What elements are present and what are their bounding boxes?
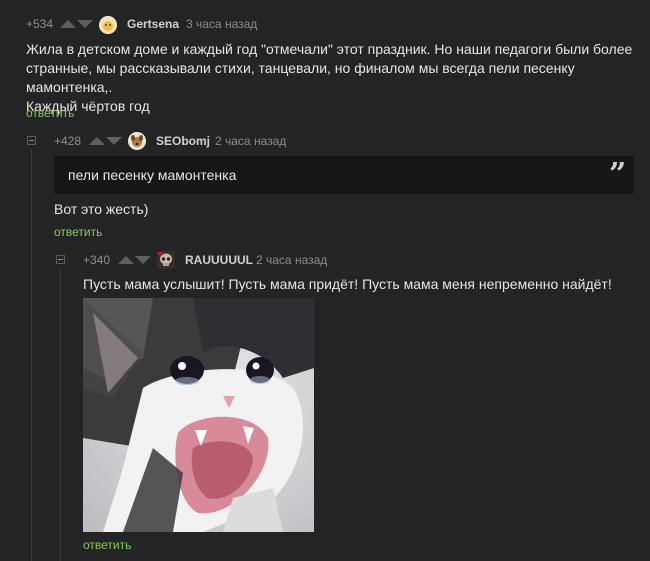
reply-button[interactable]: ответить (26, 106, 74, 120)
thread-line[interactable] (60, 268, 61, 561)
downvote-icon[interactable] (77, 20, 93, 28)
thread-line[interactable] (31, 149, 32, 561)
avatar[interactable] (157, 251, 175, 269)
username[interactable]: SEObomj (156, 134, 210, 148)
comment-rating: +534 (26, 17, 54, 31)
comment-text: Жила в детском доме и каждый год "отмеча… (26, 40, 646, 116)
avatar[interactable] (99, 16, 117, 34)
upvote-icon[interactable] (89, 137, 105, 145)
timestamp[interactable]: 3 часа назад (186, 17, 257, 31)
quote-block: пели песенку мамонтенка ” (54, 156, 634, 194)
quote-text: пели песенку мамонтенка (68, 167, 237, 183)
sun-avatar-icon (99, 16, 117, 34)
comment-text: Пусть мама услышит! Пусть мама придёт! П… (83, 276, 612, 292)
upvote-icon[interactable] (118, 256, 134, 264)
comment-rating: +340 (83, 253, 111, 267)
comment-text-line: странные, мы рассказывали стихи, танцева… (26, 60, 575, 95)
dog-avatar-icon (128, 132, 146, 150)
downvote-icon[interactable] (106, 137, 122, 145)
username[interactable]: Gertsena (127, 17, 179, 31)
reply-button[interactable]: ответить (83, 538, 131, 552)
collapse-toggle[interactable] (56, 255, 65, 264)
collapse-toggle[interactable] (27, 136, 36, 145)
quote-mark-icon: ” (609, 157, 627, 192)
crying-cat-image[interactable] (83, 298, 314, 532)
comment-rating: +428 (54, 134, 82, 148)
upvote-icon[interactable] (60, 20, 76, 28)
timestamp[interactable]: 2 часа назад (256, 253, 327, 267)
avatar[interactable] (128, 132, 146, 150)
comment-text-line: Жила в детском доме и каждый год "отмеча… (26, 41, 633, 57)
username[interactable]: RAUUUUUL (185, 253, 253, 267)
downvote-icon[interactable] (135, 256, 151, 264)
comment-text: Вот это жесть) (54, 201, 149, 217)
timestamp[interactable]: 2 часа назад (215, 134, 286, 148)
reply-button[interactable]: ответить (54, 225, 102, 239)
comment-text-line: Каждый чёртов год (26, 98, 150, 114)
skull-avatar-icon (157, 251, 175, 269)
